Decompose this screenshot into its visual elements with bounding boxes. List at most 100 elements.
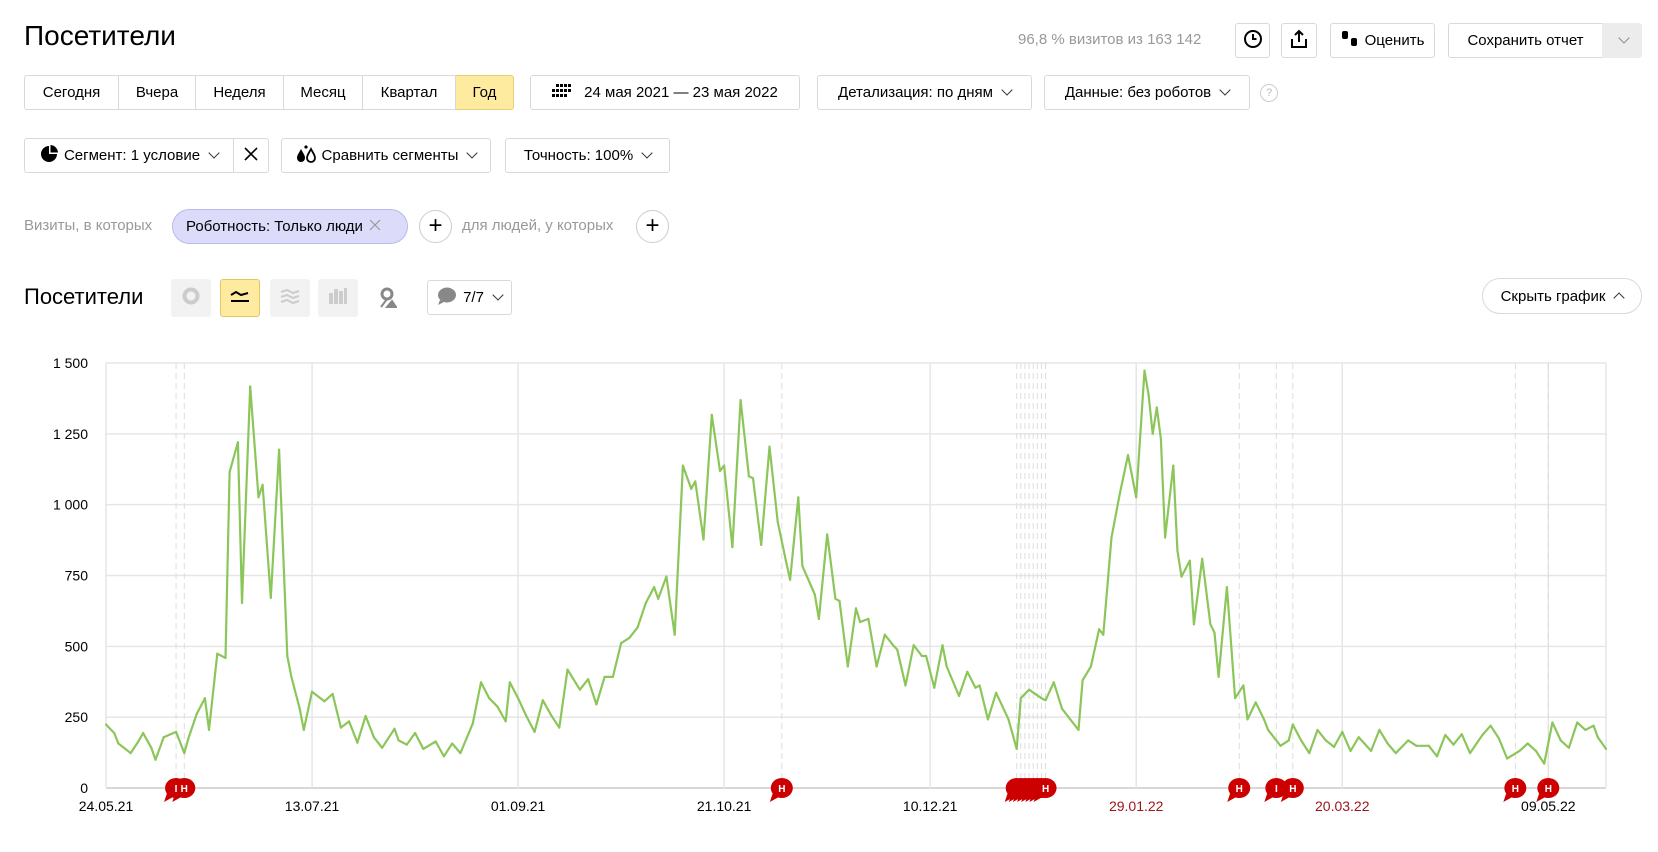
- data-point: [1060, 707, 1064, 710]
- data-point: [924, 654, 928, 658]
- data-point: [1505, 757, 1509, 760]
- data-point: [846, 665, 849, 668]
- data-point: [1299, 739, 1303, 742]
- data-point: [578, 688, 582, 691]
- data-point: [867, 617, 870, 620]
- data-point: [1427, 744, 1430, 747]
- data-point: [1143, 369, 1146, 372]
- data-point: [1341, 730, 1344, 734]
- data-point: [1324, 739, 1327, 742]
- x-tick-label: 09.05.22: [1521, 798, 1576, 814]
- data-point: [776, 520, 779, 523]
- data-point: [1349, 749, 1352, 752]
- data-point: [1052, 681, 1055, 684]
- data-point: [113, 731, 116, 735]
- data-point: [1019, 697, 1022, 700]
- data-point: [339, 726, 342, 729]
- data-point: [1596, 736, 1599, 739]
- data-point: [896, 648, 899, 651]
- data-point: [1526, 742, 1529, 745]
- x-tick-label: 20.03.22: [1315, 798, 1370, 814]
- data-point: [137, 739, 141, 742]
- data-point: [974, 686, 977, 689]
- data-point: [1394, 752, 1397, 755]
- data-point: [1213, 631, 1216, 634]
- data-point: [1110, 536, 1113, 539]
- data-point: [479, 681, 483, 684]
- data-point: [1316, 728, 1319, 732]
- data-point: [286, 654, 289, 658]
- data-point: [1291, 723, 1294, 726]
- x-tick-label: 01.09.21: [491, 798, 546, 814]
- data-point: [788, 578, 792, 581]
- annotation-label: Н: [778, 784, 785, 795]
- data-point: [817, 617, 821, 620]
- data-point: [1370, 749, 1373, 752]
- data-point: [451, 742, 454, 745]
- data-point: [261, 483, 264, 486]
- data-point: [117, 742, 120, 745]
- data-point: [1592, 724, 1595, 727]
- x-tick-label: 10.12.21: [903, 798, 958, 814]
- data-point: [1415, 744, 1418, 747]
- data-point: [240, 601, 244, 605]
- data-point: [636, 626, 639, 629]
- data-point: [611, 675, 614, 679]
- data-point: [1567, 746, 1571, 749]
- data-point: [558, 726, 561, 729]
- data-point: [751, 477, 755, 480]
- data-point: [595, 703, 598, 706]
- data-point: [1102, 633, 1105, 636]
- data-point: [1089, 665, 1092, 668]
- data-point: [1543, 762, 1546, 765]
- data-point: [883, 633, 886, 636]
- data-point: [1147, 393, 1150, 397]
- data-point: [207, 728, 211, 732]
- data-point: [854, 607, 858, 610]
- data-point: [1015, 747, 1018, 751]
- data-point: [690, 487, 693, 490]
- data-point: [620, 642, 623, 645]
- data-point: [1386, 742, 1389, 745]
- data-point: [364, 714, 367, 718]
- data-point: [1081, 679, 1084, 682]
- data-point: [508, 681, 511, 684]
- data-point: [1209, 623, 1212, 626]
- data-point: [587, 678, 590, 681]
- data-point: [1044, 699, 1047, 702]
- data-point: [434, 740, 437, 743]
- data-point: [834, 597, 837, 600]
- data-point: [331, 692, 334, 696]
- data-point: [356, 741, 359, 744]
- data-point: [1518, 749, 1521, 752]
- data-point: [1308, 752, 1311, 755]
- data-point: [228, 470, 231, 474]
- data-point: [912, 644, 915, 647]
- data-point: [1332, 745, 1336, 749]
- data-point: [1172, 464, 1175, 467]
- data-point: [1180, 575, 1183, 578]
- data-point: [413, 731, 417, 735]
- data-point: [665, 575, 668, 578]
- data-point: [459, 752, 462, 755]
- data-point: [533, 730, 536, 734]
- data-point: [1118, 493, 1121, 496]
- data-point: [723, 464, 726, 467]
- data-point: [986, 718, 989, 721]
- visitors-line-chart: 0 250 500 750 1 000 1 250 1 500 24.05.21 13.07.2…: [53, 355, 1608, 814]
- data-point: [162, 736, 165, 739]
- data-point: [1027, 688, 1031, 691]
- data-point: [257, 496, 260, 499]
- data-point: [628, 636, 631, 639]
- data-point: [1378, 728, 1381, 732]
- data-point: [1534, 749, 1538, 752]
- data-point: [150, 746, 153, 749]
- data-point: [1262, 718, 1266, 721]
- y-tick-label: 250: [65, 709, 89, 725]
- data-point: [277, 448, 281, 451]
- data-point: [1481, 733, 1484, 737]
- data-point: [1468, 752, 1472, 755]
- annotation-label: Н: [1512, 784, 1519, 795]
- data-point: [405, 743, 408, 746]
- data-point: [174, 730, 178, 734]
